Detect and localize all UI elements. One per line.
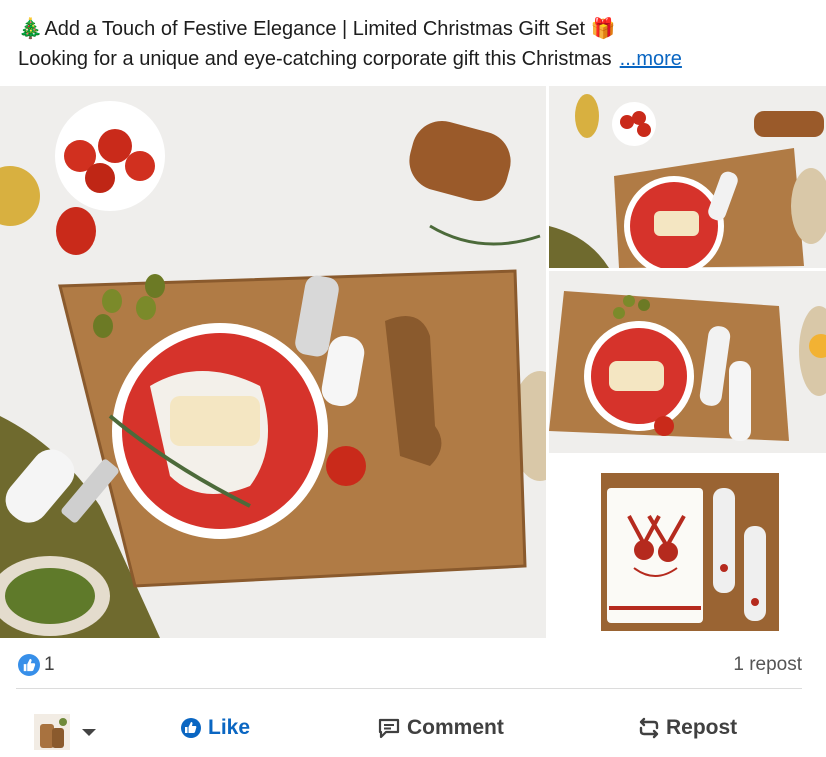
- like-icon: [180, 717, 202, 739]
- reaction-count: 1: [44, 654, 55, 675]
- divider: [16, 688, 802, 689]
- post-body: Looking for a unique and eye-catching co…: [18, 44, 682, 74]
- repost-button[interactable]: Repost: [638, 716, 737, 740]
- see-more-link[interactable]: ...more: [620, 48, 682, 70]
- headline-text: Add a Touch of Festive Elegance | Limite…: [44, 18, 586, 40]
- main-product-photo[interactable]: [0, 86, 546, 638]
- avatar: [34, 714, 70, 750]
- thumbnail-top-right[interactable]: [549, 86, 826, 268]
- like-button[interactable]: Like: [180, 716, 250, 740]
- like-label: Like: [208, 716, 251, 739]
- christmas-tree-icon: 🎄: [18, 18, 43, 40]
- comment-icon: [377, 717, 401, 739]
- repost-label: Repost: [666, 716, 738, 739]
- post-body-text: Looking for a unique and eye-catching co…: [18, 48, 612, 70]
- reaction-as-selector[interactable]: [34, 714, 96, 750]
- thumbnail-middle-right[interactable]: [549, 271, 826, 453]
- comment-button[interactable]: Comment: [377, 716, 504, 740]
- thumbnail-bottom-right[interactable]: [549, 456, 826, 638]
- comment-label: Comment: [407, 716, 504, 739]
- gift-icon: 🎁: [590, 18, 616, 40]
- repost-icon: [638, 716, 660, 740]
- reactions-summary[interactable]: 1: [18, 652, 55, 678]
- repost-count[interactable]: 1 repost: [733, 652, 802, 678]
- chevron-down-icon: [82, 728, 96, 736]
- post-headline: 🎄 Add a Touch of Festive Elegance | Limi…: [18, 14, 616, 44]
- social-actions-bar: Like Comment Repost: [0, 700, 826, 757]
- like-reaction-icon: [18, 654, 40, 676]
